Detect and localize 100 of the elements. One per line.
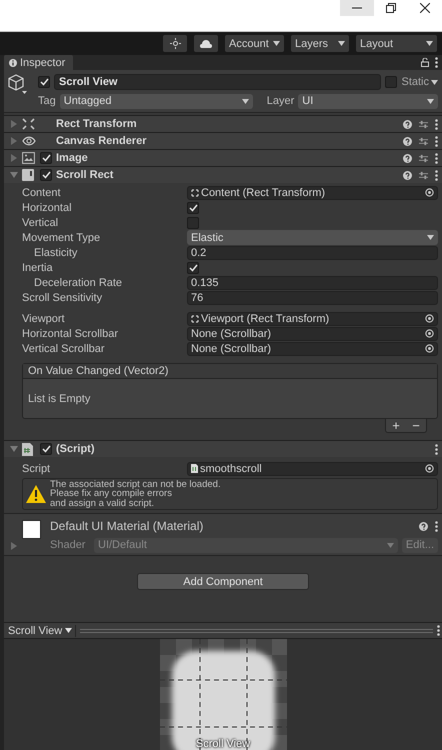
help-icon[interactable] — [403, 120, 412, 128]
component-title: Canvas Renderer — [56, 135, 148, 147]
property-label: Vertical Scrollbar — [22, 342, 106, 354]
enable-checkbox[interactable] — [40, 443, 52, 455]
property-label: Script — [22, 462, 52, 474]
static-dropdown[interactable]: Static — [401, 76, 438, 88]
layer-dropdown[interactable]: UI — [298, 94, 438, 108]
caret-icon — [242, 98, 249, 104]
script-file-icon — [22, 442, 33, 456]
help-icon[interactable] — [403, 136, 412, 146]
static-checkbox[interactable] — [385, 76, 398, 88]
caret-icon — [338, 41, 345, 46]
presets-icon[interactable] — [419, 120, 428, 128]
empty-list-text: List is Empty — [28, 392, 90, 404]
presets-icon[interactable] — [419, 170, 428, 180]
restore-icon — [386, 3, 396, 13]
number-field[interactable]: 76 — [187, 290, 438, 304]
help-icon[interactable] — [403, 170, 412, 180]
minimize-icon — [352, 7, 362, 9]
more-menu-icon[interactable] — [435, 152, 438, 164]
number-field[interactable]: 0.2 — [187, 246, 438, 260]
object-field[interactable]: Viewport (Rect Transform) — [187, 312, 438, 326]
warning-icon — [26, 485, 46, 503]
event-title: On Value Changed (Vector2) — [23, 364, 437, 379]
warning-message: The associated script can not be loaded. Please fix any compile errors and assign a valid script. — [50, 480, 221, 508]
close-icon — [420, 3, 430, 13]
enable-checkbox[interactable] — [40, 169, 52, 181]
property-label: Inertia — [22, 262, 54, 274]
gizmo-toggle-button[interactable] — [163, 35, 187, 52]
help-icon[interactable] — [403, 154, 412, 162]
rect-transform-icon — [191, 314, 199, 322]
object-field[interactable]: None (Scrollbar) — [187, 342, 438, 356]
checkbox[interactable] — [187, 216, 199, 228]
component-title: Rect Transform — [56, 118, 138, 130]
material-title: Default UI Material (Material) — [50, 519, 204, 533]
property-label: Scroll Sensitivity — [22, 292, 104, 304]
inspector-tab[interactable]: Inspector — [4, 55, 74, 70]
enable-checkbox[interactable] — [40, 152, 52, 164]
property-label: Vertical — [22, 216, 60, 228]
add-component-button[interactable]: Add Component — [137, 573, 309, 590]
toolbar-dropdown[interactable]: Layers — [291, 35, 349, 52]
caret-icon — [386, 542, 394, 548]
info-icon — [9, 58, 17, 66]
layer-label: Layer — [266, 95, 294, 107]
dropdown[interactable]: Elastic — [187, 230, 438, 245]
caret-icon — [426, 41, 433, 46]
more-menu-icon[interactable] — [435, 520, 438, 532]
presets-icon[interactable] — [419, 154, 428, 162]
object-field[interactable]: None (Scrollbar) — [187, 326, 438, 340]
foldout-arrow-icon[interactable] — [10, 171, 18, 179]
active-checkbox[interactable] — [38, 76, 50, 88]
caret-icon — [65, 628, 72, 633]
script-field[interactable]: smoothscroll — [187, 462, 438, 476]
checkbox[interactable] — [187, 262, 199, 274]
cloud-button[interactable] — [194, 35, 218, 52]
toolbar-dropdown[interactable]: Layout — [356, 35, 437, 52]
rect-transform-icon — [22, 118, 35, 130]
remove-item-button[interactable]: − — [412, 420, 420, 432]
more-menu-icon[interactable] — [435, 136, 438, 146]
number-field[interactable]: 0.135 — [187, 276, 438, 290]
more-menu-icon[interactable] — [435, 57, 438, 68]
component-title: Image — [56, 152, 89, 164]
toolbar-dropdown[interactable]: Account — [225, 35, 284, 52]
component-title: (Script) — [56, 443, 96, 455]
cube-icon[interactable] — [8, 74, 28, 96]
sun-icon — [170, 38, 180, 49]
more-menu-icon[interactable] — [435, 170, 438, 180]
cloud-icon — [200, 40, 212, 48]
name-field[interactable]: Scroll View — [54, 74, 382, 90]
preview-dropdown[interactable]: Scroll View — [8, 624, 76, 636]
foldout-arrow-icon[interactable] — [10, 445, 18, 453]
more-menu-icon[interactable] — [435, 444, 438, 454]
property-label: Movement Type — [22, 232, 102, 244]
preview-label: Scroll View — [194, 738, 252, 750]
checkbox[interactable] — [187, 202, 199, 214]
object-picker-icon[interactable] — [425, 188, 434, 197]
object-field[interactable]: Content (Rect Transform) — [187, 186, 438, 200]
caret-icon — [427, 235, 434, 240]
object-picker-icon[interactable] — [425, 464, 434, 473]
caret-icon — [431, 80, 438, 84]
tag-label: Tag — [38, 95, 56, 107]
tag-dropdown[interactable]: Untagged — [60, 94, 253, 108]
property-label: Deceleration Rate — [33, 276, 124, 288]
lock-icon[interactable] — [421, 58, 429, 67]
eye-icon — [22, 136, 36, 146]
more-menu-icon[interactable] — [435, 118, 438, 130]
property-label: Horizontal — [22, 202, 73, 214]
property-label: Horizontal Scrollbar — [22, 328, 119, 340]
presets-icon[interactable] — [419, 136, 428, 146]
more-menu-icon[interactable] — [437, 625, 440, 636]
help-icon[interactable] — [419, 522, 428, 530]
property-label: Elasticity — [33, 246, 78, 258]
property-label: Viewport — [22, 312, 66, 324]
property-label: Content — [22, 186, 62, 198]
component-title: Scroll Rect — [56, 169, 114, 181]
caret-icon — [427, 98, 434, 104]
rect-transform-icon — [191, 188, 199, 196]
add-item-button[interactable]: + — [392, 420, 400, 432]
script-file-icon — [191, 464, 198, 473]
resize-grip[interactable] — [80, 628, 433, 632]
